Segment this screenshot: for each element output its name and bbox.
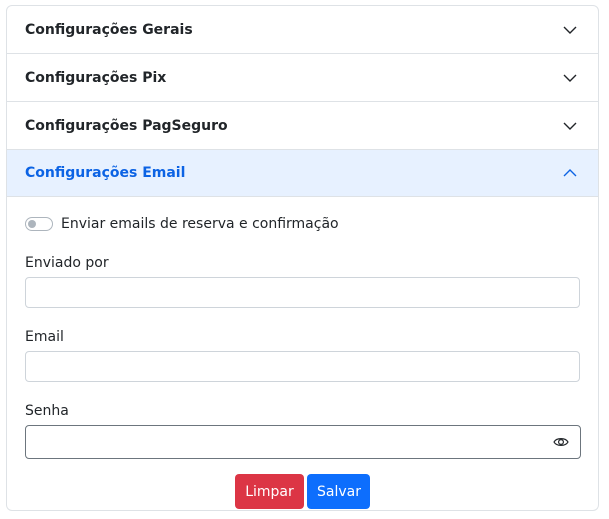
chevron-down-icon (563, 122, 577, 130)
accordion-header-email[interactable]: Configurações Email (7, 150, 598, 197)
toggle-knob (28, 220, 36, 228)
email-field-group: Email (25, 329, 580, 382)
eye-icon[interactable] (553, 435, 569, 449)
email-input[interactable] (25, 351, 580, 382)
clear-button[interactable]: Limpar (235, 474, 304, 509)
send-emails-toggle-label: Enviar emails de reserva e confirmação (61, 216, 339, 232)
form-actions: Limpar Salvar (25, 474, 580, 509)
accordion-item-pix: Configurações Pix (7, 54, 598, 102)
accordion-item-general: Configurações Gerais (7, 6, 598, 54)
chevron-down-icon (563, 74, 577, 82)
password-field-group: Senha (25, 403, 581, 459)
accordion-header-pix[interactable]: Configurações Pix (7, 54, 598, 101)
sender-label: Enviado por (25, 255, 109, 271)
email-settings-panel: Enviar emails de reserva e confirmação E… (7, 216, 598, 509)
send-emails-toggle[interactable] (25, 217, 53, 231)
accordion-title-pagseguro: Configurações PagSeguro (25, 117, 228, 134)
accordion-header-pagseguro[interactable]: Configurações PagSeguro (7, 102, 598, 149)
password-input[interactable] (25, 425, 581, 459)
settings-accordion: Configurações Gerais Configurações Pix C… (6, 5, 599, 511)
password-label: Senha (25, 403, 69, 419)
sender-field-group: Enviado por (25, 255, 580, 308)
accordion-header-general[interactable]: Configurações Gerais (7, 6, 598, 53)
accordion-item-pagseguro: Configurações PagSeguro (7, 102, 598, 150)
accordion-title-pix: Configurações Pix (25, 69, 167, 86)
accordion-title-general: Configurações Gerais (25, 21, 193, 38)
chevron-up-icon (563, 169, 577, 177)
save-button[interactable]: Salvar (307, 474, 370, 509)
password-input-wrapper (25, 425, 581, 459)
accordion-item-email: Configurações Email Enviar emails de res… (7, 150, 598, 509)
email-label: Email (25, 329, 64, 345)
send-emails-switch-row: Enviar emails de reserva e confirmação (25, 216, 580, 232)
sender-input[interactable] (25, 277, 580, 308)
chevron-down-icon (563, 26, 577, 34)
accordion-title-email: Configurações Email (25, 165, 186, 181)
